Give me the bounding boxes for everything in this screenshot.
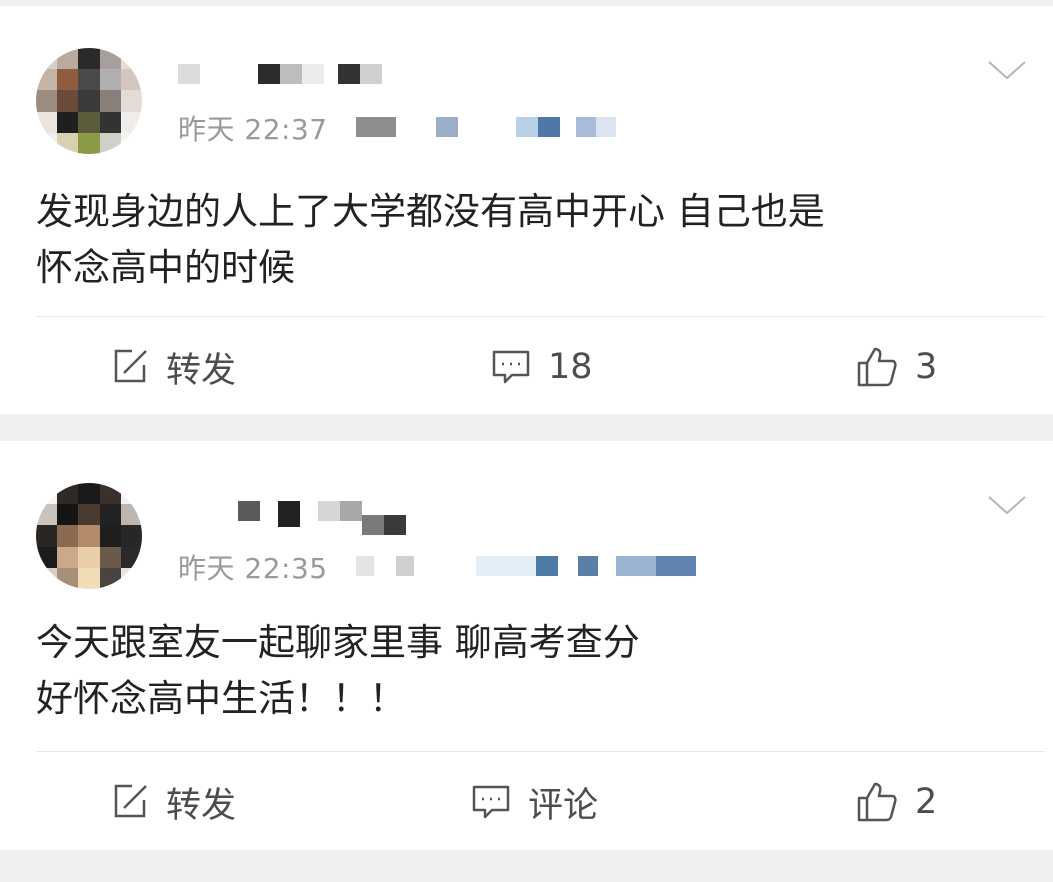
- post-meta: 昨天 22:37: [178, 110, 636, 146]
- repost-icon: [110, 782, 150, 822]
- post-card[interactable]: 昨天 22:37 发现身边的人上了大学都没有高中开心 自己也是 怀念高中的时候: [0, 6, 1053, 414]
- content-line: 今天跟室友一起聊家里事 聊高考查分: [36, 621, 640, 664]
- comment-icon: [490, 347, 532, 387]
- repost-icon: [110, 347, 150, 387]
- avatar[interactable]: [36, 48, 142, 154]
- post-card[interactable]: 昨天 22:35 今天跟室友一起聊家里事 聊高考查分 好怀念高中生活！！！ 转发…: [0, 441, 1053, 850]
- post-time: 昨天 22:35: [178, 552, 328, 585]
- repost-label: 转发: [166, 350, 237, 391]
- post-meta: 昨天 22:35: [178, 549, 736, 585]
- action-bar: 转发 18 3: [0, 332, 1053, 402]
- username-blurred[interactable]: [178, 501, 418, 535]
- like-button[interactable]: 2: [855, 767, 937, 837]
- comment-icon: [470, 782, 512, 822]
- divider: [36, 316, 1045, 317]
- content-line: 怀念高中的时候: [36, 246, 295, 289]
- source-blurred: [355, 117, 636, 139]
- content-line: 好怀念高中生活！！！: [36, 677, 406, 720]
- repost-button[interactable]: 转发: [110, 332, 236, 402]
- content-line: 发现身边的人上了大学都没有高中开心 自己也是: [36, 190, 825, 233]
- like-count: 3: [915, 347, 938, 387]
- username-blurred[interactable]: [178, 64, 418, 88]
- post-content: 发现身边的人上了大学都没有高中开心 自己也是 怀念高中的时候: [36, 184, 825, 296]
- comment-count: 18: [548, 347, 593, 387]
- post-content: 今天跟室友一起聊家里事 聊高考查分 好怀念高中生活！！！: [36, 615, 640, 727]
- thumbs-up-icon: [855, 780, 899, 824]
- feed: 昨天 22:37 发现身边的人上了大学都没有高中开心 自己也是 怀念高中的时候: [0, 0, 1053, 882]
- avatar[interactable]: [36, 483, 142, 589]
- chevron-down-icon[interactable]: [985, 54, 1029, 88]
- action-bar: 转发 评论 2: [0, 767, 1053, 837]
- comment-button[interactable]: 评论: [470, 767, 598, 837]
- repost-button[interactable]: 转发: [110, 767, 236, 837]
- like-button[interactable]: 3: [855, 332, 937, 402]
- repost-label: 转发: [166, 785, 237, 826]
- like-count: 2: [915, 782, 938, 822]
- source-blurred: [355, 556, 736, 578]
- comment-label: 评论: [528, 785, 599, 826]
- post-time: 昨天 22:37: [178, 113, 328, 146]
- thumbs-up-icon: [855, 345, 899, 389]
- comment-button[interactable]: 18: [490, 332, 593, 402]
- divider: [36, 751, 1045, 752]
- chevron-down-icon[interactable]: [985, 489, 1029, 523]
